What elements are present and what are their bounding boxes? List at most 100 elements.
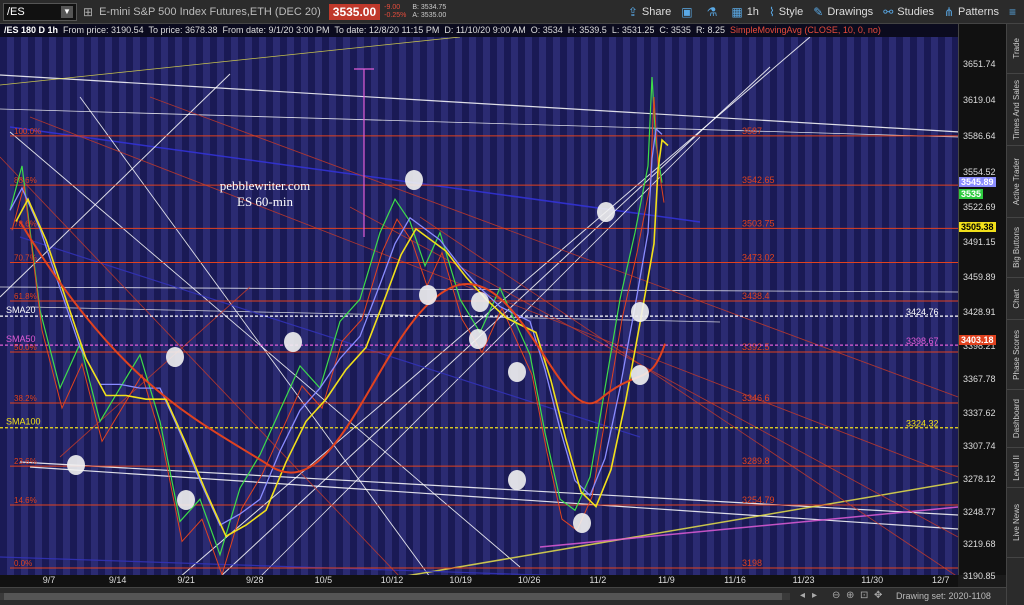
- fib-value-label: 3438.4: [742, 291, 770, 301]
- chart-title: /ES 180 D 1h: [4, 25, 59, 35]
- bg-stripe: [518, 37, 525, 575]
- bg-stripe: [105, 37, 112, 575]
- zoom-in-icon[interactable]: ⊕: [846, 590, 854, 601]
- date-tick-label: 9/14: [108, 575, 127, 585]
- close-value: C: 3535: [659, 25, 691, 35]
- scroll-left-icon[interactable]: ◂: [800, 590, 805, 601]
- bg-stripe: [917, 37, 924, 575]
- trading-app: /ES ▼ ⊞ E-mini S&P 500 Index Futures,ETH…: [0, 0, 1024, 605]
- bg-stripe: [602, 37, 609, 575]
- scroll-thumb[interactable]: [4, 593, 782, 600]
- menu-button[interactable]: ≡: [1009, 5, 1020, 19]
- patterns-label: Patterns: [958, 6, 999, 18]
- date-tick-label: 11/2: [589, 575, 607, 585]
- bg-stripe: [224, 37, 231, 575]
- bg-stripe: [812, 37, 819, 575]
- sidebar-tab-phase-scores[interactable]: Phase Scores: [1007, 320, 1024, 390]
- drawings-button[interactable]: ✎ Drawings: [813, 5, 873, 19]
- style-button[interactable]: ⌇ Style: [769, 5, 803, 19]
- bg-stripe: [154, 37, 161, 575]
- timeframe-selector[interactable]: ▦ 1h: [731, 5, 759, 19]
- sidebar-tab-live-news[interactable]: Live News: [1007, 488, 1024, 558]
- fib-value-label: 3392.5: [742, 342, 770, 352]
- bg-stripe: [616, 37, 623, 575]
- price-axis[interactable]: 3651.74 3619.04 3586.64 3554.52 3522.69 3491.…: [958, 24, 1006, 581]
- bg-stripe: [112, 37, 119, 575]
- sidebar-tab-label: Level II: [1011, 454, 1021, 481]
- price-tick-label: 3586.64: [963, 131, 996, 142]
- price-tick-label: 3219.68: [963, 538, 996, 549]
- symbol-text: /ES: [7, 5, 25, 18]
- pencil-icon: ✎: [813, 5, 824, 19]
- bg-stripe: [161, 37, 168, 575]
- date-tick-label: 10/12: [380, 575, 404, 585]
- bg-stripe: [658, 37, 665, 575]
- bg-stripe: [700, 37, 707, 575]
- annotation-marker: [631, 365, 649, 385]
- bg-stripe: [56, 37, 63, 575]
- date-axis[interactable]: 9/7 9/14 9/21 9/28 10/5 10/12 10/19 10/26 11/2 11…: [0, 575, 958, 587]
- fib-value-label: 3346.6: [742, 393, 770, 403]
- sidebar-tab-times-and-sales[interactable]: Times And Sales: [1007, 74, 1024, 146]
- hamburger-icon: ≡: [1008, 5, 1016, 19]
- fib-value-label: 3503.75: [742, 218, 775, 228]
- bg-stripe: [938, 37, 945, 575]
- fit-icon[interactable]: ⊡: [860, 590, 868, 601]
- bg-stripe: [567, 37, 574, 575]
- right-sidebar: Trade Times And Sales Active Trader Big But…: [1006, 24, 1024, 605]
- watermark-line1: pebblewriter.com: [219, 178, 311, 193]
- price-tick-label: 3307.74: [963, 441, 996, 452]
- price-tag: 3403.18: [959, 335, 996, 346]
- sidebar-tab-label: Times And Sales: [1011, 79, 1021, 140]
- chevron-down-icon[interactable]: ▼: [61, 5, 73, 18]
- to-date: To date: 12/8/20 11:15 PM: [334, 25, 440, 35]
- scroll-right-icon[interactable]: ▸: [812, 590, 817, 601]
- bg-stripe: [623, 37, 630, 575]
- bg-stripe: [784, 37, 791, 575]
- fib-value-label: 3289.8: [742, 456, 770, 466]
- bg-stripe: [42, 37, 49, 575]
- annotation-marker: [508, 470, 526, 490]
- screenshot-button[interactable]: ▣: [681, 5, 696, 19]
- drawing-cursor-icon[interactable]: ✥: [874, 590, 882, 601]
- price-tick-label: 3491.15: [963, 237, 996, 248]
- bg-stripe: [805, 37, 812, 575]
- symbol-selector[interactable]: /ES ▼: [3, 2, 77, 21]
- bg-stripe: [826, 37, 833, 575]
- price-chart[interactable]: 100.0% 3587 88.6% 3542.65 78.6% 3503.75 70.7% 3…: [0, 37, 958, 575]
- instrument-description: E-mini S&P 500 Index Futures,ETH (DEC 20…: [99, 5, 321, 18]
- bg-stripe: [847, 37, 854, 575]
- date-tick-label: 9/7: [42, 575, 56, 585]
- price-tag: 3505.38: [959, 221, 996, 232]
- ma-name-label: SMA100: [6, 417, 41, 427]
- bg-stripe: [406, 37, 413, 575]
- flask-button[interactable]: ⚗: [707, 5, 722, 19]
- sidebar-tab-chart[interactable]: Chart: [1007, 278, 1024, 320]
- zoom-out-icon[interactable]: ⊖: [832, 590, 840, 601]
- sidebar-tab-trade[interactable]: Trade: [1007, 24, 1024, 74]
- ma-value-label: 3324.32: [906, 419, 939, 429]
- share-button[interactable]: ⇪ Share: [628, 5, 671, 19]
- bg-stripe: [168, 37, 175, 575]
- horizontal-scrollbar[interactable]: [0, 593, 790, 600]
- annotation-marker: [166, 347, 184, 367]
- sidebar-tab-dashboard[interactable]: Dashboard: [1007, 390, 1024, 448]
- studies-button[interactable]: ⚯ Studies: [883, 5, 934, 19]
- top-toolbar: /ES ▼ ⊞ E-mini S&P 500 Index Futures,ETH…: [0, 0, 1024, 24]
- chart-canvas[interactable]: 100.0% 358788.6% 3542.6578.6% 3503.7570.7% 3…: [0, 37, 958, 575]
- from-date: From date: 9/1/20 3:00 PM: [222, 25, 330, 35]
- annotation-marker: [508, 362, 526, 382]
- sidebar-tab-active-trader[interactable]: Active Trader: [1007, 146, 1024, 218]
- bg-stripe: [392, 37, 399, 575]
- sidebar-tab-label: Trade: [1011, 38, 1021, 59]
- sidebar-tab-big-buttons[interactable]: Big Buttons: [1007, 218, 1024, 278]
- sidebar-tab-level-ii[interactable]: Level II: [1007, 448, 1024, 488]
- price-tick-label: 3428.91: [963, 306, 996, 317]
- bg-stripe: [497, 37, 504, 575]
- patterns-button[interactable]: ⋔ Patterns: [944, 5, 999, 19]
- style-label: Style: [778, 6, 804, 18]
- link-icon[interactable]: ⊞: [83, 5, 93, 19]
- sidebar-tab-label: Active Trader: [1011, 157, 1021, 206]
- bg-stripe: [931, 37, 938, 575]
- bg-stripe: [609, 37, 616, 575]
